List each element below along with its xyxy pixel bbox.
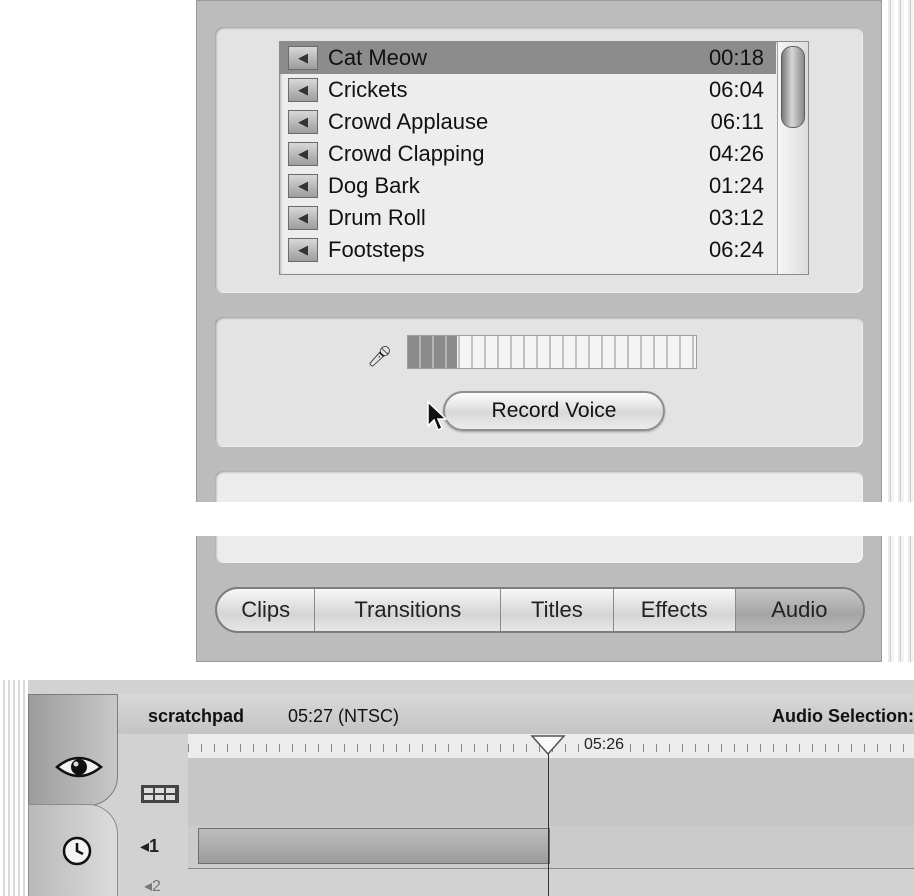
sound-name: Crowd Clapping bbox=[328, 141, 485, 166]
sound-name: Crowd Applause bbox=[328, 109, 489, 134]
tab-effects[interactable]: Effects bbox=[614, 589, 736, 631]
tab-clips[interactable]: Clips bbox=[217, 589, 316, 631]
speaker-icon: ◀ bbox=[288, 174, 318, 198]
speaker-icon: ◀ bbox=[288, 78, 318, 102]
microphone-icon: 🎤︎ bbox=[367, 346, 393, 368]
list-item[interactable]: ◀ Cat Meow 00:18 bbox=[280, 42, 776, 74]
list-item[interactable]: ◀ Dog Bark 01:24 bbox=[280, 170, 776, 202]
list-item[interactable]: ◀ Crowd Clapping 04:26 bbox=[280, 138, 776, 170]
tab-titles[interactable]: Titles bbox=[501, 589, 614, 631]
sound-duration: 01:24 bbox=[708, 173, 764, 198]
sound-duration: 06:11 bbox=[710, 109, 764, 134]
tab-audio[interactable]: Audio bbox=[735, 589, 863, 631]
playhead-handle[interactable] bbox=[530, 734, 566, 756]
list-item[interactable]: ◀ Footsteps 06:24 bbox=[280, 234, 776, 266]
sound-name: Crickets bbox=[328, 77, 408, 102]
playhead-line bbox=[548, 754, 549, 896]
list-item[interactable]: ◀ Drum Roll 03:12 bbox=[280, 202, 776, 234]
record-voice-label: Record Voice bbox=[491, 399, 617, 422]
video-track[interactable] bbox=[188, 758, 914, 827]
timeline-panel: scratchpad 05:27 (NTSC) Audio Selection:… bbox=[28, 680, 914, 896]
sound-duration: 06:04 bbox=[708, 77, 764, 102]
sound-name: Cat Meow bbox=[328, 45, 428, 70]
sound-duration: 03:12 bbox=[708, 205, 764, 230]
panel-tab-bar: Clips Transitions Titles Effects Audio bbox=[215, 587, 865, 633]
tab-transitions[interactable]: Transitions bbox=[315, 589, 502, 631]
list-item[interactable]: ◀ Crowd Applause 06:11 bbox=[280, 106, 776, 138]
sound-duration: 04:26 bbox=[708, 141, 764, 166]
audio-track-1-label: ◂1 bbox=[140, 836, 160, 856]
voice-recorder-area: 🎤︎ Record Voice bbox=[215, 317, 863, 447]
playhead-time: 05:26 bbox=[580, 736, 629, 754]
project-name: scratchpad bbox=[148, 706, 245, 726]
list-item[interactable]: ◀ Crickets 06:04 bbox=[280, 74, 776, 106]
sound-name: Dog Bark bbox=[328, 173, 420, 198]
audio-selection-label: Audio Selection: bbox=[771, 706, 914, 726]
timeline-viewer-button[interactable] bbox=[28, 804, 118, 896]
clock-icon bbox=[62, 836, 92, 866]
audio-list-area: ◀ Cat Meow 00:18 ◀ Crickets 06:04 ◀ Crowd Appla… bbox=[215, 27, 863, 293]
audio-clip[interactable] bbox=[198, 828, 550, 864]
clip-viewer-button[interactable] bbox=[28, 694, 118, 806]
film-icon bbox=[141, 785, 179, 803]
speaker-icon: ◀ bbox=[288, 206, 318, 230]
audio-panel: ◀ Cat Meow 00:18 ◀ Crickets 06:04 ◀ Crowd Appla… bbox=[196, 0, 882, 662]
speaker-icon: ◀ bbox=[288, 110, 318, 134]
list-scrollbar[interactable] bbox=[777, 42, 808, 274]
eye-icon bbox=[55, 756, 103, 778]
cropped-gap bbox=[196, 502, 914, 536]
record-voice-button[interactable]: Record Voice bbox=[443, 391, 665, 431]
window-edge bbox=[884, 0, 914, 662]
sound-name: Footsteps bbox=[328, 237, 425, 262]
sound-duration: 06:24 bbox=[708, 237, 764, 262]
scrollbar-thumb[interactable] bbox=[781, 46, 805, 128]
mouse-cursor-icon bbox=[427, 400, 448, 432]
speaker-icon: ◀ bbox=[288, 238, 318, 262]
input-level-meter bbox=[407, 335, 697, 369]
project-duration: 05:27 (NTSC) bbox=[288, 706, 400, 726]
level-meter-fill bbox=[408, 336, 457, 368]
audio-track-2-label: ◂2 bbox=[144, 878, 161, 895]
sound-name: Drum Roll bbox=[328, 205, 426, 230]
sound-duration: 00:18 bbox=[708, 45, 764, 70]
audio-list[interactable]: ◀ Cat Meow 00:18 ◀ Crickets 06:04 ◀ Crowd Appla… bbox=[279, 41, 809, 275]
speaker-icon: ◀ bbox=[288, 142, 318, 166]
timeline-edge bbox=[0, 680, 28, 896]
speaker-icon: ◀ bbox=[288, 46, 318, 70]
